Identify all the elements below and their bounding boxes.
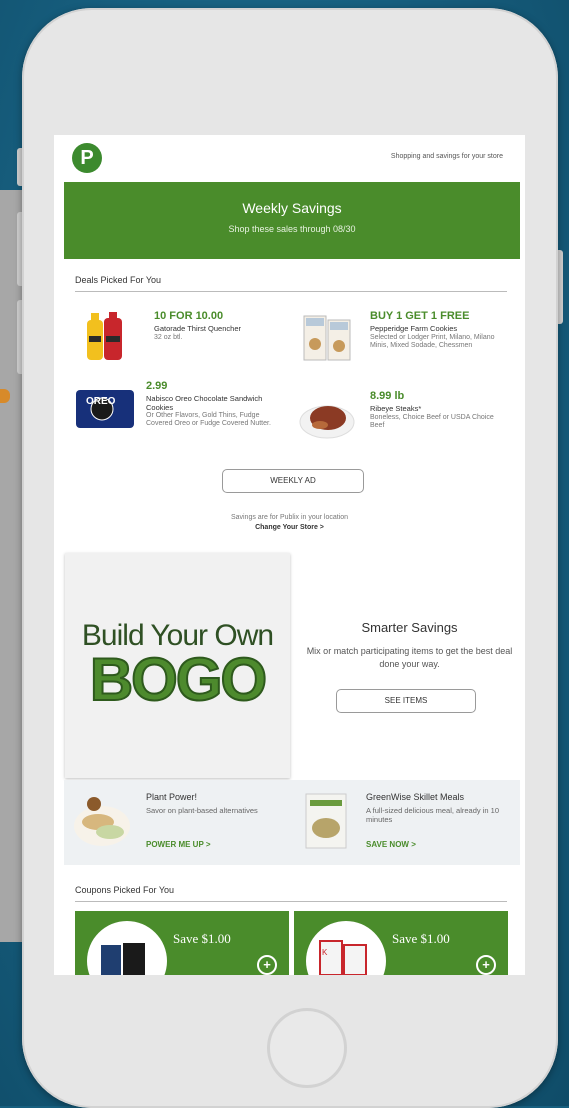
deal-price: 10 FOR 10.00: [154, 310, 224, 322]
cereal-box-icon: K: [319, 940, 367, 975]
home-button[interactable]: [267, 1008, 347, 1088]
oreo-image: OREO: [76, 390, 134, 428]
deal-price: 2.99: [146, 380, 168, 392]
coupon-save: Save $1.00: [173, 931, 231, 946]
coupon-card[interactable]: K Save $1.00 +: [294, 911, 508, 975]
promo-greenwise[interactable]: GreenWise Skillet Meals A full-sized del…: [292, 788, 512, 860]
promo-title: Plant Power!: [146, 792, 198, 802]
plant-food-image: [74, 797, 130, 846]
coupon-save: Save $1.00: [392, 931, 450, 946]
gatorade-image: [87, 312, 122, 360]
app-screen: P Shopping and savings for your store We…: [54, 135, 525, 975]
promo-strip: Plant Power! Savor on plant-based altern…: [64, 780, 520, 865]
promo-desc: Savor on plant-based alternatives: [146, 806, 258, 815]
deal-desc: Or Other Flavors, Gold Thins, Fudge Cove…: [146, 412, 271, 427]
promo-link[interactable]: POWER ME UP >: [146, 840, 211, 849]
promo-desc: A full-sized delicious meal, already in …: [366, 806, 499, 824]
promo-title: GreenWise Skillet Meals: [366, 792, 465, 802]
promo-plant-power[interactable]: Plant Power! Savor on plant-based altern…: [72, 788, 292, 860]
add-coupon-icon[interactable]: +: [476, 955, 496, 975]
deal-name: Ribeye Steaks*: [370, 404, 422, 413]
publix-logo[interactable]: P: [72, 143, 102, 173]
weekly-ad-button[interactable]: WEEKLY AD: [222, 469, 364, 493]
deal-name: Pepperidge Farm Cookies: [370, 324, 458, 333]
deal-name: Nabisco Oreo Chocolate Sandwich Cookies: [146, 394, 263, 412]
divider: [75, 291, 507, 292]
coupons-section-title: Coupons Picked For You: [75, 885, 175, 895]
app-header: P Shopping and savings for your store: [54, 135, 525, 181]
deal-item[interactable]: 8.99 lb Ribeye Steaks* Boneless, Choice …: [298, 390, 523, 450]
decorative-dot: [0, 389, 10, 403]
bogo-line2: BOGO: [89, 645, 268, 714]
deal-desc: Boneless, Choice Beef or USDA Choice Bee…: [370, 414, 494, 429]
deal-price: BUY 1 GET 1 FREE: [370, 310, 470, 322]
ribeye-steak-image: [299, 405, 355, 439]
deal-item[interactable]: OREO 2.99 Nabisco Oreo Chocolate Sandwic…: [74, 380, 299, 440]
divider: [75, 901, 507, 902]
deal-item[interactable]: BUY 1 GET 1 FREE Pepperidge Farm Cookies…: [298, 310, 523, 370]
bogo-promo-image[interactable]: Build Your Own BOGO: [65, 553, 290, 778]
store-note: Savings are for Publix in your location: [230, 514, 349, 521]
pepperidge-cookies-image: [303, 315, 351, 361]
banner-title: Weekly Savings: [242, 200, 342, 216]
svg-text:OREO: OREO: [86, 396, 116, 407]
smarter-savings-subtitle: Mix or match participating items to get …: [306, 646, 513, 669]
deal-desc: Selected or Lodger Print, Milano, Milano…: [370, 334, 495, 349]
deals-section-title: Deals Picked For You: [75, 275, 162, 285]
snack-bags-icon: [101, 943, 145, 975]
promo-link[interactable]: SAVE NOW >: [366, 840, 416, 849]
banner-subtitle: Shop these sales through 08/30: [228, 224, 356, 234]
svg-text:K: K: [322, 948, 328, 957]
see-items-button[interactable]: SEE ITEMS: [336, 689, 476, 713]
coupon-product-image: [87, 921, 167, 975]
deal-price: 8.99 lb: [370, 390, 405, 402]
deal-item[interactable]: 10 FOR 10.00 Gatorade Thirst Quencher 32…: [82, 310, 307, 370]
skillet-meal-image: [305, 793, 347, 849]
add-coupon-icon[interactable]: +: [257, 955, 277, 975]
deal-desc: 32 oz btl.: [154, 334, 183, 341]
weekly-savings-banner[interactable]: Weekly Savings Shop these sales through …: [64, 182, 520, 259]
coupon-card[interactable]: Save $1.00 +: [75, 911, 289, 975]
deal-name: Gatorade Thirst Quencher: [154, 324, 241, 333]
coupon-product-image: K: [306, 921, 386, 975]
smarter-savings-title: Smarter Savings: [361, 620, 458, 635]
change-store-link[interactable]: Change Your Store >: [54, 524, 525, 531]
store-text[interactable]: Shopping and savings for your store: [391, 153, 503, 160]
